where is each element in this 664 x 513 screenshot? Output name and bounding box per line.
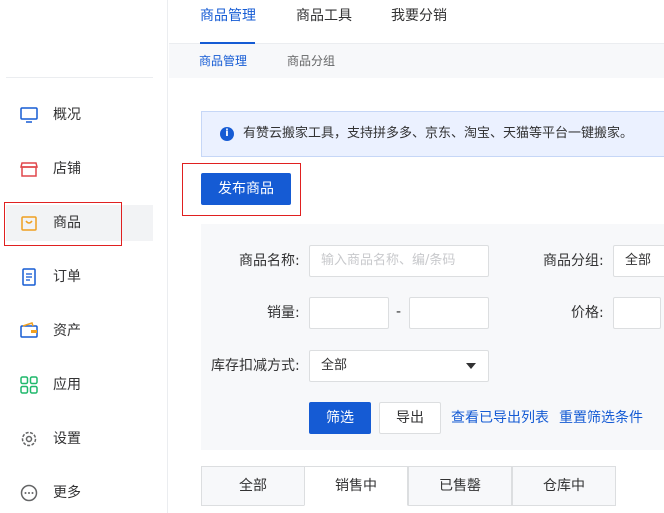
sidebar-item-more[interactable]: 更多 [6, 475, 153, 511]
sidebar-item-apps[interactable]: 应用 [6, 367, 153, 403]
apps-grid-icon [20, 376, 38, 394]
more-dots-icon [20, 484, 38, 502]
sidebar-item-store[interactable]: 店铺 [6, 151, 153, 187]
sidebar-item-label: 概况 [53, 107, 81, 123]
sidebar-item-label: 更多 [53, 485, 81, 501]
goods-name-input[interactable]: 输入商品名称、编/条码 [309, 245, 489, 277]
sales-label: 销量: [267, 305, 300, 321]
sales-max-input[interactable] [409, 297, 489, 329]
export-button[interactable]: 导出 [379, 402, 441, 434]
tab-goods-management[interactable]: 商品管理 [200, 7, 256, 25]
status-tab-on-sale[interactable]: 销售中 [304, 466, 408, 506]
wallet-icon [20, 322, 38, 338]
info-icon: i [220, 127, 234, 141]
store-icon [20, 162, 38, 177]
status-tab-in-warehouse[interactable]: 仓库中 [512, 466, 616, 506]
reset-filters-link[interactable]: 重置筛选条件 [559, 409, 643, 427]
sidebar-item-label: 设置 [53, 431, 81, 447]
price-label: 价格: [571, 305, 604, 321]
status-tabs: 全部 销售中 已售罄 仓库中 [201, 466, 617, 506]
sidebar-item-overview[interactable]: 概况 [6, 97, 153, 133]
goods-name-label: 商品名称: [239, 253, 300, 269]
subtab-goods-management[interactable]: 商品管理 [199, 53, 247, 69]
filter-button[interactable]: 筛选 [309, 402, 371, 434]
highlight-box-goods-nav [4, 202, 122, 246]
sidebar-item-assets[interactable]: 资产 [6, 313, 153, 349]
goods-group-label: 商品分组: [543, 253, 604, 269]
order-list-icon [22, 268, 36, 286]
view-exported-list-link[interactable]: 查看已导出列表 [451, 409, 549, 427]
stock-deduction-select[interactable]: 全部 [309, 350, 489, 382]
sidebar-item-label: 订单 [53, 269, 81, 285]
gear-icon [21, 431, 37, 447]
sidebar-item-label: 应用 [53, 377, 81, 393]
tab-goods-tools[interactable]: 商品工具 [296, 7, 352, 25]
status-tab-all[interactable]: 全部 [201, 466, 305, 506]
sidebar-item-settings[interactable]: 设置 [6, 421, 153, 457]
goods-group-select[interactable]: 全部 [613, 245, 664, 277]
monitor-icon [20, 107, 38, 123]
status-tab-sold-out[interactable]: 已售罄 [408, 466, 512, 506]
range-dash: - [396, 304, 402, 320]
sidebar-item-label: 资产 [53, 323, 81, 339]
sales-min-input[interactable] [309, 297, 389, 329]
sidebar: 概况 店铺 商品 订单 资产 应用 设置 更多 [0, 0, 168, 513]
info-notice: i 有赞云搬家工具，支持拼多多、京东、淘宝、天猫等平台一键搬家。 [201, 111, 664, 157]
stock-deduction-label: 库存扣减方式: [211, 358, 300, 374]
tab-distribution[interactable]: 我要分销 [391, 7, 447, 25]
price-min-input[interactable] [613, 297, 661, 329]
sidebar-divider [6, 77, 153, 78]
publish-goods-button[interactable]: 发布商品 [201, 173, 291, 205]
subtab-goods-groups[interactable]: 商品分组 [287, 53, 335, 69]
caret-down-icon [466, 363, 476, 369]
stock-deduction-value: 全部 [321, 358, 348, 373]
sidebar-item-orders[interactable]: 订单 [6, 259, 153, 295]
notice-text: 有赞云搬家工具，支持拼多多、京东、淘宝、天猫等平台一键搬家。 [243, 126, 634, 141]
sidebar-item-label: 店铺 [53, 161, 81, 177]
